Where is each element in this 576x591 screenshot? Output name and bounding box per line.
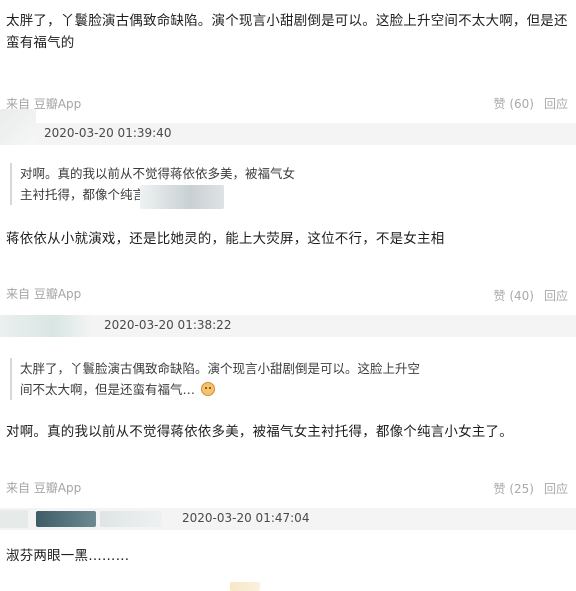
comment-actions: 赞 (25) 回应: [494, 480, 568, 500]
blurred-username[interactable]: [36, 511, 96, 527]
like-button[interactable]: 赞 (25): [494, 480, 534, 500]
comment-timestamp: 2020-03-20 01:38:22: [104, 318, 232, 332]
comment-text: 蒋依依从小就演戏，还是比她灵的，能上大荧屏，这位不行，不是女主相: [6, 231, 445, 247]
comment-timestamp: 2020-03-20 01:39:40: [44, 126, 172, 140]
emoji-icon: [201, 382, 216, 396]
avatar[interactable]: [0, 510, 28, 528]
comment-source: 来自 豆瓣App: [6, 287, 82, 301]
comment-actions: 赞 (40) 回应: [494, 287, 568, 307]
avatar[interactable]: [0, 109, 36, 145]
user-bar: 2020-03-20 01:38:22: [0, 315, 576, 337]
like-button[interactable]: 赞 (60): [494, 95, 534, 115]
blurred-image-fragment: [230, 582, 260, 591]
quoted-reply: 太胖了，丫鬟脸演古偶致命缺陷。演个现言小甜剧倒是可以。这脸上升空间不太大啊，但是…: [10, 358, 430, 400]
comment-text: 对啊。真的我以前从不觉得蒋依依多美，被福气女主衬托得，都像个纯言小女主了。: [6, 424, 513, 440]
comment-actions: 赞 (60) 回应: [494, 95, 568, 115]
blurred-username-tail: [100, 511, 162, 527]
comment-timestamp: 2020-03-20 01:47:04: [182, 511, 310, 525]
user-bar: 2020-03-20 01:47:04: [0, 508, 576, 530]
user-bar: 2020-03-20 01:39:40: [0, 109, 576, 145]
quote-text: 太胖了，丫鬟脸演古偶致命缺陷。演个现言小甜剧倒是可以。这脸上升空间不太大啊，但是…: [20, 361, 421, 397]
comment-text: 淑芬两眼一黑………: [6, 548, 130, 564]
comment-source: 来自 豆瓣App: [6, 481, 82, 495]
comment-text: 太胖了，丫鬟脸演古偶致命缺陷。演个现言小甜剧倒是可以。这脸上升空间不太大啊，但是…: [6, 13, 568, 51]
avatar[interactable]: [0, 315, 90, 337]
blurred-avatar-image: [140, 185, 224, 209]
reply-button[interactable]: 回应: [544, 287, 568, 307]
like-button[interactable]: 赞 (40): [494, 287, 534, 307]
reply-button[interactable]: 回应: [544, 95, 568, 115]
reply-button[interactable]: 回应: [544, 480, 568, 500]
